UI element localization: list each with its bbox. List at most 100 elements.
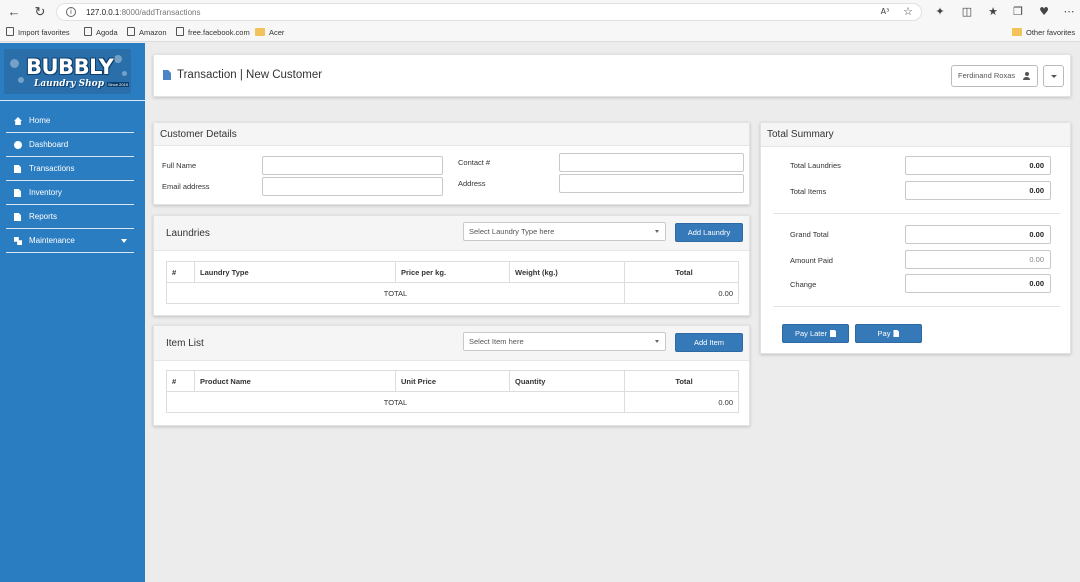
column-header: #	[166, 370, 195, 392]
column-header: Quantity	[509, 370, 625, 392]
favorite-star-icon[interactable]: ☆	[900, 4, 916, 20]
customer-details-title: Customer Details	[160, 129, 237, 140]
amount-paid-input[interactable]: 0.00	[905, 250, 1051, 269]
browser-essentials-icon[interactable]: ♥	[1036, 4, 1052, 20]
dashboard-icon	[14, 141, 22, 149]
refresh-icon[interactable]: ↻	[32, 4, 48, 20]
page-title: Transaction | New Customer	[177, 69, 323, 81]
bookmark-import-favorites[interactable]: Import favorites	[6, 27, 70, 39]
grand-total-field[interactable]: 0.00	[905, 225, 1051, 244]
folder-icon	[1012, 28, 1022, 36]
bookmark-amazon[interactable]: Amazon	[127, 27, 167, 39]
import-icon	[6, 27, 14, 36]
items-table: # Product Name Unit Price Quantity Total…	[166, 370, 739, 413]
table-row: TOTAL 0.00	[166, 282, 739, 304]
read-aloud-icon[interactable]: A³	[877, 4, 893, 20]
total-items-label: Total Items	[790, 187, 827, 196]
contact-input[interactable]	[559, 153, 744, 172]
save-icon	[830, 330, 837, 337]
column-header: Total	[624, 370, 739, 392]
sidebar-item-transactions[interactable]: Transactions	[6, 158, 134, 181]
sidebar-item-reports[interactable]: Reports	[6, 206, 134, 229]
bubble-decor	[114, 55, 122, 63]
full-name-input[interactable]	[262, 156, 443, 175]
more-menu-icon[interactable]: ⋯	[1061, 4, 1077, 20]
item-select[interactable]: Select Item here	[463, 332, 666, 351]
pay-button[interactable]: Pay	[855, 324, 922, 343]
page-icon	[176, 27, 184, 36]
file-icon	[14, 189, 21, 197]
header-dropdown-button[interactable]	[1043, 65, 1064, 87]
sidebar-item-inventory[interactable]: Inventory	[6, 182, 134, 205]
table-header-row: # Laundry Type Price per kg. Weight (kg.…	[166, 261, 739, 283]
email-label: Email address	[162, 182, 210, 191]
bookmarks-bar: Import favorites Agoda Amazon free.faceb…	[0, 24, 1080, 42]
laundry-type-select[interactable]: Select Laundry Type here	[463, 222, 666, 241]
column-header: #	[166, 261, 195, 283]
address-label: Address	[458, 179, 486, 188]
page-icon	[84, 27, 92, 36]
customer-details-card: Customer Details Full Name Email address…	[153, 122, 750, 205]
item-list-card: Item List Select Item here Add Item # Pr…	[153, 325, 750, 426]
user-menu-button[interactable]: Ferdinand Roxas	[951, 65, 1038, 87]
collections-icon[interactable]: ❐	[1010, 4, 1026, 20]
user-icon	[1023, 72, 1030, 80]
bubble-decor	[122, 71, 127, 76]
back-icon[interactable]: ←	[6, 4, 22, 20]
page-header: Transaction | New Customer Ferdinand Rox…	[153, 54, 1071, 97]
other-favorites[interactable]: Other favorites	[1012, 27, 1075, 39]
bookmark-agoda[interactable]: Agoda	[84, 27, 118, 39]
logo-badge: Since 2019	[107, 82, 130, 87]
bubble-decor	[10, 59, 19, 68]
laundries-card: Laundries Select Laundry Type here Add L…	[153, 215, 750, 316]
laundries-table: # Laundry Type Price per kg. Weight (kg.…	[166, 261, 739, 304]
url-path: :8000/addTransactions	[119, 8, 201, 17]
laundries-title: Laundries	[166, 228, 210, 239]
sidebar-item-maintenance[interactable]: Maintenance	[6, 230, 134, 253]
logo-tagline: Laundry Shop	[34, 79, 104, 89]
bookmark-acer[interactable]: Acer	[255, 27, 284, 39]
info-icon[interactable]: i	[66, 7, 76, 17]
email-input[interactable]	[262, 177, 443, 196]
sidebar: BUBBLY Laundry Shop Since 2019 Home Dash…	[0, 43, 145, 582]
total-items-field[interactable]: 0.00	[905, 181, 1051, 200]
column-header: Price per kg.	[395, 261, 510, 283]
address-bar[interactable]: i 127.0.0.1:8000/addTransactions A³ ☆	[56, 3, 922, 21]
url-host: 127.0.0.1	[86, 8, 120, 17]
home-icon	[14, 117, 22, 125]
total-laundries-field[interactable]: 0.00	[905, 156, 1051, 175]
pay-later-button[interactable]: Pay Later	[782, 324, 849, 343]
file-icon	[163, 70, 171, 80]
column-header: Unit Price	[395, 370, 510, 392]
table-header-row: # Product Name Unit Price Quantity Total	[166, 370, 739, 392]
bookmark-facebook[interactable]: free.facebook.com	[176, 27, 250, 39]
file-icon	[14, 213, 21, 221]
column-header: Weight (kg.)	[509, 261, 625, 283]
divider	[773, 213, 1060, 214]
column-header: Total	[624, 261, 739, 283]
add-item-button[interactable]: Add Item	[675, 333, 743, 352]
change-field[interactable]: 0.00	[905, 274, 1051, 293]
sidebar-item-home[interactable]: Home	[6, 110, 134, 133]
add-laundry-button[interactable]: Add Laundry	[675, 223, 743, 242]
favorites-icon[interactable]: ★	[985, 4, 1001, 20]
extensions-icon[interactable]: ✦	[932, 4, 948, 20]
full-name-label: Full Name	[162, 161, 197, 170]
divider	[773, 306, 1060, 307]
amount-paid-label: Amount Paid	[790, 256, 833, 265]
user-name: Ferdinand Roxas	[958, 71, 1016, 80]
wrench-icon	[14, 237, 22, 245]
total-value: 0.00	[624, 391, 739, 413]
total-summary-card: Total Summary Total Laundries 0.00 Total…	[760, 122, 1071, 354]
split-screen-icon[interactable]: ◫	[959, 4, 975, 20]
logo-name: BUBBLY	[26, 55, 114, 79]
file-icon	[14, 165, 21, 173]
total-label: TOTAL	[166, 391, 625, 413]
address-input[interactable]	[559, 174, 744, 193]
table-row: TOTAL 0.00	[166, 391, 739, 413]
total-label: TOTAL	[166, 282, 625, 304]
chevron-down-icon	[121, 239, 127, 243]
change-label: Change	[790, 280, 817, 289]
sidebar-item-dashboard[interactable]: Dashboard	[6, 134, 134, 157]
logo[interactable]: BUBBLY Laundry Shop Since 2019	[4, 49, 131, 94]
